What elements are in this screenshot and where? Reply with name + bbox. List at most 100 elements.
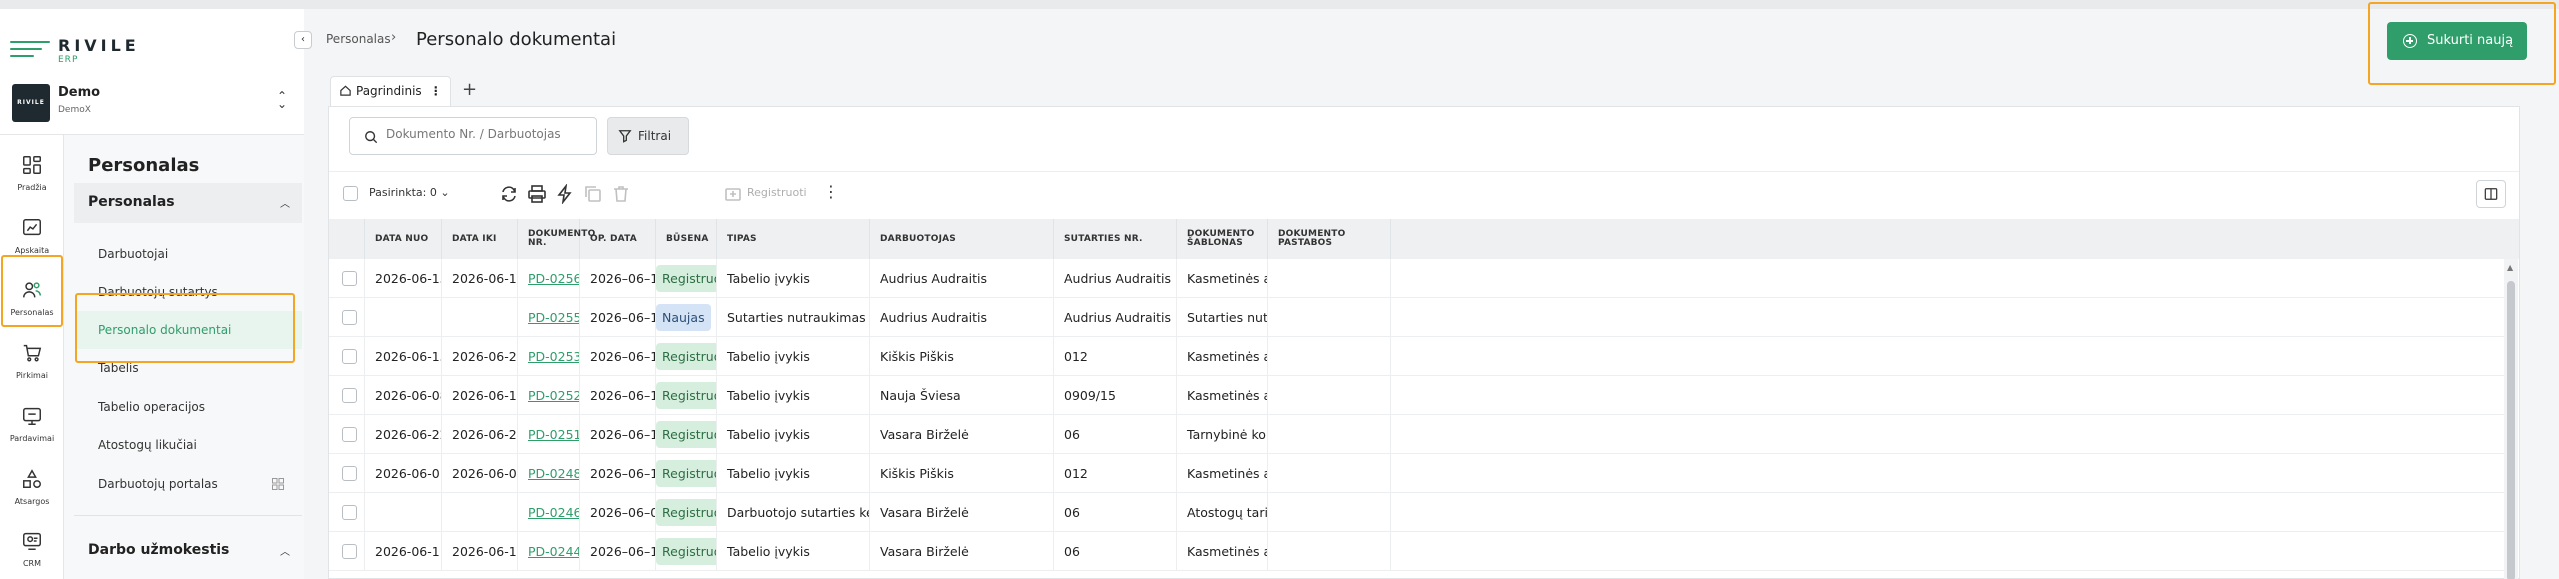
cell-from [365,493,442,532]
company-switcher[interactable]: RIVILE Demo DemoX ⌃ ⌄ [12,84,300,124]
rail-item-apskaita[interactable]: Apskaita [2,211,62,271]
row-select-cell [329,532,365,571]
table-row[interactable]: 2026-06-012026-06-07PD-02482026–06–16Reg… [329,454,2505,493]
row-checkbox[interactable] [342,271,357,286]
nav-link-tabelio-operacijos[interactable]: Tabelio operacijos [98,400,205,414]
nav-link-personalo-dokumentai[interactable]: Personalo dokumentai [98,323,231,337]
filter-label: Filtrai [638,129,672,143]
cell-template: Kasmetinės atostogos [1177,376,1268,415]
create-new-button[interactable]: Sukurti naują [2387,22,2527,60]
cell-notes [1268,532,1391,571]
cell-nr[interactable]: PD-0255 [518,298,580,337]
select-all-checkbox[interactable] [343,186,358,201]
cell-notes [1268,298,1391,337]
print-icon[interactable] [527,184,547,204]
rail-item-pirkimai[interactable]: Pirkimai [2,336,62,396]
nav-group-personalas[interactable]: Personalas ︿ [74,183,302,223]
rail-item-atsargos[interactable]: Atsargos [2,462,62,522]
filter-icon [618,130,632,143]
tab-pagrindinis[interactable]: Pagrindinis ⋮ [330,76,451,106]
cart-icon [23,344,42,362]
cell-employee: Vasara Birželė [870,415,1054,454]
logo-mark [10,41,50,62]
rail-item-pradzia[interactable]: Pradžia [2,148,62,208]
cell-template: Tarnybinė komandiruotė [1177,415,1268,454]
column-dokumento-sablonas[interactable]: DOKUMENTO ŠABLONAS [1177,219,1268,259]
nav-link-darbuotoju-sutartys[interactable]: Darbuotojų sutartys [98,285,218,299]
cell-contract: 06 [1054,415,1177,454]
breadcrumb[interactable]: Personalas [326,32,391,46]
cell-nr[interactable]: PD-0251 [518,415,580,454]
column-data-nuo[interactable]: DATA NUO [365,219,442,259]
rail-label: Pradžia [17,183,47,192]
add-tab-button[interactable]: + [462,81,477,99]
column-busena[interactable]: BŪSENA [656,219,717,259]
column-dokumento-pastabos[interactable]: DOKUMENTO PASTABOS [1268,219,1391,259]
cell-employee: Kiškis Piškis [870,454,1054,493]
column-sutarties-nr[interactable]: SUTARTIES NR. [1054,219,1177,259]
cell-nr[interactable]: PD-0246 [518,493,580,532]
filter-button[interactable]: Filtrai [607,117,689,155]
table-row[interactable]: 2026-06-082026-06-14PD-02522026–06–17Reg… [329,376,2505,415]
nav-link-tabelis[interactable]: Tabelis [98,361,139,375]
cell-nr[interactable]: PD-0244 [518,532,580,571]
cell-nr[interactable]: PD-0252 [518,376,580,415]
collapse-sidebar-button[interactable]: ‹ [294,31,312,49]
logo[interactable]: RIVILE ERP [10,31,136,71]
cell-employee: Audrius Audraitis [870,298,1054,337]
table-row[interactable]: 2026-06-152026-06-18PD-02562026–06–18Reg… [329,259,2505,298]
column-op-data[interactable]: OP. DATA [580,219,656,259]
scrollbar-thumb[interactable] [2507,281,2515,579]
kebab-icon[interactable]: ⋮ [430,84,442,98]
nav-link-darbuotoju-portalas[interactable]: Darbuotojų portalas [98,477,218,491]
table-row[interactable]: 2026-06-152026-06-21PD-02532026–06–17Reg… [329,337,2505,376]
rail-item-personalas[interactable]: Personalas [2,273,62,333]
row-checkbox[interactable] [342,544,357,559]
nav-group-darbo-uzmokestis[interactable]: Darbo užmokestis ︿ [74,531,302,571]
cell-type: Tabelio įvykis [717,532,870,571]
selection-label: Pasirinkta: 0 [369,186,437,199]
copy-icon[interactable] [583,184,603,204]
scroll-up-icon[interactable]: ▲ [2507,263,2513,272]
column-darbuotojas[interactable]: DARBUOTOJAS [870,219,1054,259]
rail-item-crm[interactable]: CRM [2,524,62,579]
cell-op: 2026–06–17 [580,376,656,415]
nav-group-label: Personalas [88,194,175,210]
selection-dropdown[interactable]: Pasirinkta: 0 ⌄ [369,186,450,199]
refresh-icon[interactable] [499,184,519,204]
row-checkbox[interactable] [342,349,357,364]
row-checkbox[interactable] [342,505,357,520]
search-box[interactable] [349,117,597,155]
cell-nr[interactable]: PD-0253 [518,337,580,376]
table-row[interactable]: PD-02462026–06–01RegistruotasDarbuotojo … [329,493,2505,532]
column-tipas[interactable]: TIPAS [717,219,870,259]
column-dokumento-nr[interactable]: DOKUMENTO NR. [518,219,595,259]
column-data-iki[interactable]: DATA IKI [442,219,518,259]
cell-from: 2026-06-22 [365,415,442,454]
table-row[interactable]: PD-02552026–06–18NaujasSutarties nutrauk… [329,298,2505,337]
cell-nr[interactable]: PD-0248 [518,454,580,493]
nav-link-atostogu-likuciai[interactable]: Atostogų likučiai [98,438,197,452]
more-actions-icon[interactable]: ⋮ [823,182,839,201]
split-view-button[interactable] [2476,180,2506,208]
row-select-cell [329,376,365,415]
chevron-updown-icon[interactable]: ⌃ ⌄ [275,90,289,110]
row-checkbox[interactable] [342,388,357,403]
register-button[interactable]: Registruoti [747,186,807,199]
table-header: DATA NUO DATA IKI DOKUMENTO NR. OP. DATA… [329,219,2519,259]
search-input[interactable] [386,127,586,141]
cell-type: Tabelio įvykis [717,259,870,298]
table-row[interactable]: 2026-06-222026-06-24PD-02512026–06–16Reg… [329,415,2505,454]
row-checkbox[interactable] [342,310,357,325]
row-checkbox[interactable] [342,466,357,481]
nav-link-darbuotojai[interactable]: Darbuotojai [98,247,168,261]
lightning-icon[interactable] [555,184,575,204]
table-row[interactable]: 2026-06-112026-06-12PD-02442026–06–11Reg… [329,532,2505,571]
table-scrollbar[interactable]: ▲ [2504,259,2518,579]
cell-notes [1268,259,1391,298]
cell-nr[interactable]: PD-0256 [518,259,580,298]
company-avatar: RIVILE [12,84,50,122]
delete-icon[interactable] [611,184,631,204]
row-checkbox[interactable] [342,427,357,442]
rail-item-pardavimai[interactable]: Pardavimai [2,399,62,459]
